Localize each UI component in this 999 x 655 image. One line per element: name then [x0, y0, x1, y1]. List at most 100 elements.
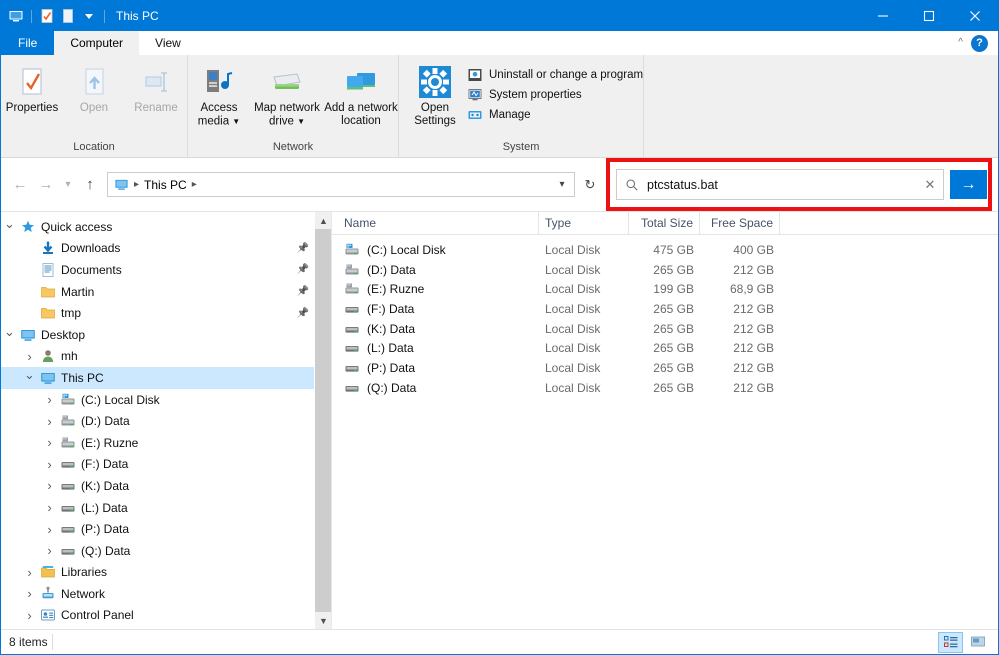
- tree-item[interactable]: Quick access: [1, 216, 331, 238]
- scroll-up-button[interactable]: ▲: [315, 212, 331, 229]
- large-icons-view-button[interactable]: [965, 632, 990, 653]
- new-folder-icon[interactable]: [60, 8, 76, 24]
- scroll-down-button[interactable]: ▼: [315, 612, 331, 629]
- up-button[interactable]: ↑: [77, 172, 103, 198]
- scrollbar-thumb[interactable]: [315, 229, 331, 612]
- chevron-right-icon[interactable]: [41, 414, 58, 429]
- rename-button[interactable]: Rename: [125, 59, 187, 115]
- manage-item[interactable]: Manage: [467, 107, 643, 123]
- pin-icon[interactable]: 📌: [297, 264, 309, 275]
- tab-view[interactable]: View: [139, 31, 197, 55]
- maximize-button[interactable]: [906, 1, 952, 31]
- search-box[interactable]: ptcstatus.bat ✕: [616, 169, 944, 200]
- column-header-name[interactable]: Name: [338, 212, 539, 234]
- table-row[interactable]: (L:) DataLocal Disk265 GB212 GB: [332, 338, 998, 358]
- search-input[interactable]: ptcstatus.bat: [647, 178, 917, 192]
- chevron-down-icon: ▼: [232, 117, 240, 126]
- refresh-button[interactable]: ↻: [577, 172, 603, 197]
- tree-item[interactable]: (P:) Data: [1, 518, 331, 540]
- add-network-location-button[interactable]: Add a network location: [324, 59, 398, 128]
- tree-item[interactable]: Martin📌: [1, 281, 331, 303]
- properties-button[interactable]: Properties: [1, 59, 63, 115]
- pin-icon[interactable]: 📌: [297, 308, 309, 319]
- tree-item[interactable]: Network: [1, 583, 331, 605]
- table-row[interactable]: (C:) Local DiskLocal Disk475 GB400 GB: [332, 240, 998, 260]
- tree-item[interactable]: This PC: [1, 367, 331, 389]
- tree-item[interactable]: mh: [1, 346, 331, 368]
- tree-item[interactable]: tmp📌: [1, 302, 331, 324]
- tree-item[interactable]: (F:) Data: [1, 454, 331, 476]
- tree-item[interactable]: (Q:) Data: [1, 540, 331, 562]
- tree-item[interactable]: Desktop: [1, 324, 331, 346]
- tab-computer[interactable]: Computer: [54, 31, 139, 55]
- status-separator: [52, 634, 53, 650]
- chevron-right-icon[interactable]: [21, 565, 38, 580]
- pc-icon-breadcrumb[interactable]: [114, 177, 129, 192]
- tree-item[interactable]: (C:) Local Disk: [1, 389, 331, 411]
- forward-button[interactable]: →: [33, 172, 59, 198]
- pc-icon[interactable]: [8, 8, 24, 24]
- chevron-right-icon[interactable]: [21, 608, 38, 623]
- chevron-right-icon[interactable]: [41, 392, 58, 407]
- navigation-scrollbar[interactable]: ▲ ▼: [314, 212, 331, 629]
- dropdown-icon[interactable]: [81, 8, 97, 24]
- tree-item[interactable]: (K:) Data: [1, 475, 331, 497]
- chevron-right-icon[interactable]: [41, 435, 58, 450]
- user-icon: [38, 348, 58, 364]
- table-row[interactable]: (E:) RuzneLocal Disk199 GB68,9 GB: [332, 279, 998, 299]
- search-go-button[interactable]: →: [950, 170, 987, 199]
- open-settings-button[interactable]: Open Settings: [407, 59, 463, 128]
- chevron-right-icon[interactable]: [41, 500, 58, 515]
- pin-icon[interactable]: 📌: [297, 243, 309, 254]
- recent-locations-button[interactable]: ▾: [59, 172, 77, 198]
- collapse-ribbon-icon[interactable]: ^: [958, 38, 963, 48]
- tree-item[interactable]: Recycle Bin: [1, 626, 331, 629]
- table-row[interactable]: (P:) DataLocal Disk265 GB212 GB: [332, 358, 998, 378]
- minimize-button[interactable]: [860, 1, 906, 31]
- help-icon[interactable]: ?: [971, 35, 988, 52]
- address-dropdown-icon[interactable]: ▾: [550, 179, 574, 190]
- chevron-down-icon[interactable]: [1, 327, 18, 343]
- uninstall-or-change-a-program-item[interactable]: Uninstall or change a program: [467, 67, 643, 83]
- address-bar[interactable]: ▸ This PC ▸ ▾: [107, 172, 575, 197]
- column-header-type[interactable]: Type: [539, 212, 629, 234]
- drive-icon: [58, 413, 78, 429]
- tree-item[interactable]: (D:) Data: [1, 410, 331, 432]
- breadcrumb-item-this-pc[interactable]: This PC: [144, 178, 187, 192]
- system-properties-icon: [467, 87, 483, 103]
- pin-icon[interactable]: 📌: [297, 286, 309, 297]
- tree-item[interactable]: Documents📌: [1, 259, 331, 281]
- close-button[interactable]: [952, 1, 998, 31]
- tree-item[interactable]: Libraries: [1, 562, 331, 584]
- chevron-right-icon[interactable]: [41, 457, 58, 472]
- column-header-total-size[interactable]: Total Size: [629, 212, 700, 234]
- chevron-right-icon[interactable]: [41, 478, 58, 493]
- chevron-right-icon[interactable]: [21, 586, 38, 601]
- back-button[interactable]: ←: [7, 172, 33, 198]
- close-icon[interactable]: ✕: [917, 177, 943, 193]
- details-view-button[interactable]: [938, 632, 963, 653]
- tree-item[interactable]: (L:) Data: [1, 497, 331, 519]
- tree-item[interactable]: (E:) Ruzne: [1, 432, 331, 454]
- properties-icon[interactable]: [39, 8, 55, 24]
- system-properties-item[interactable]: System properties: [467, 87, 643, 103]
- map-network-drive-button[interactable]: Map network drive ▼: [250, 59, 324, 129]
- breadcrumb-separator-2[interactable]: ▸: [192, 179, 197, 190]
- tree-item[interactable]: Downloads📌: [1, 238, 331, 260]
- chevron-down-icon[interactable]: [1, 219, 18, 235]
- chevron-right-icon[interactable]: [21, 349, 38, 364]
- column-header-free-space[interactable]: Free Space: [700, 212, 780, 234]
- open-button[interactable]: Open: [63, 59, 125, 115]
- chevron-right-icon[interactable]: [41, 522, 58, 537]
- table-row[interactable]: (F:) DataLocal Disk265 GB212 GB: [332, 299, 998, 319]
- table-row[interactable]: (Q:) DataLocal Disk265 GB212 GB: [332, 378, 998, 398]
- chevron-right-icon[interactable]: [41, 543, 58, 558]
- file-name-label: (P:) Data: [367, 361, 415, 375]
- table-row[interactable]: (D:) DataLocal Disk265 GB212 GB: [332, 260, 998, 280]
- system-drive-icon: [58, 392, 78, 408]
- access-media-button[interactable]: Access media ▼: [188, 59, 250, 129]
- table-row[interactable]: (K:) DataLocal Disk265 GB212 GB: [332, 319, 998, 339]
- tree-item[interactable]: Control Panel: [1, 605, 331, 627]
- chevron-down-icon[interactable]: [21, 370, 38, 386]
- tab-file[interactable]: File: [1, 31, 54, 55]
